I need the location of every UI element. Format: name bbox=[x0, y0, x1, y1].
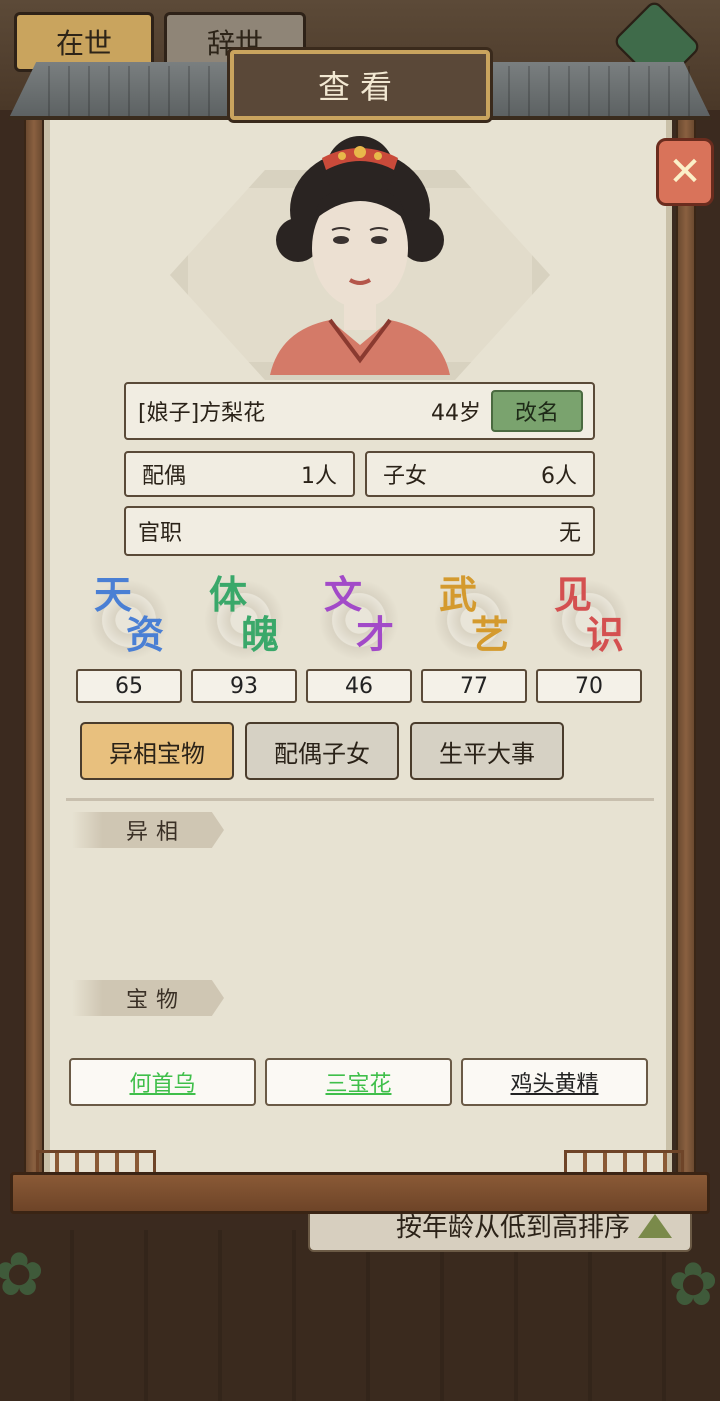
stat-literacy-value: 46 bbox=[306, 669, 412, 703]
treasure-item[interactable]: 何首乌 bbox=[69, 1058, 256, 1106]
dialog-title: 查看 bbox=[230, 50, 490, 120]
office-label: 官职 bbox=[138, 521, 183, 546]
stat-literacy-label: 文才 bbox=[324, 572, 394, 657]
rename-button[interactable]: 改名 bbox=[491, 390, 583, 432]
stat-literacy: 文才 bbox=[306, 572, 412, 665]
stat-talent-label: 天资 bbox=[94, 572, 164, 657]
right-pillar bbox=[676, 112, 696, 1192]
stat-physique: 体魄 bbox=[191, 572, 297, 665]
spouse-value: 1人 bbox=[301, 464, 337, 489]
children-value: 6人 bbox=[541, 464, 577, 489]
children-row: 子女 6人 bbox=[365, 451, 595, 497]
dialog-base-beam bbox=[10, 1172, 710, 1214]
background-floor bbox=[0, 1230, 720, 1401]
stat-insight-label: 见识 bbox=[554, 572, 624, 657]
sort-triangle-icon bbox=[638, 1214, 672, 1238]
tab-traits-treasures[interactable]: 异相宝物 bbox=[80, 722, 234, 780]
stat-physique-value: 93 bbox=[191, 669, 297, 703]
tab-life-events[interactable]: 生平大事 bbox=[410, 722, 564, 780]
office-row: 官职 无 bbox=[124, 506, 595, 556]
stat-physique-label: 体魄 bbox=[209, 572, 279, 657]
stat-insight-value: 70 bbox=[536, 669, 642, 703]
character-name: [娘子]方梨花 bbox=[138, 401, 266, 426]
left-pillar bbox=[24, 112, 44, 1192]
tab-alive-label: 在世 bbox=[55, 27, 112, 60]
spouse-row: 配偶 1人 bbox=[124, 451, 355, 497]
character-portrait bbox=[270, 136, 450, 375]
treasures-section-label: 宝物 bbox=[72, 980, 224, 1016]
office-value: 无 bbox=[558, 521, 581, 546]
stat-talent-value: 65 bbox=[76, 669, 182, 703]
name-row: [娘子]方梨花 44岁 改名 bbox=[124, 382, 595, 440]
stat-insight: 见识 bbox=[536, 572, 642, 665]
stat-martial-label: 武艺 bbox=[439, 572, 509, 657]
character-age: 44岁 bbox=[431, 401, 481, 426]
treasure-item[interactable]: 三宝花 bbox=[265, 1058, 452, 1106]
flower-decoration-icon: ✿ bbox=[0, 1240, 45, 1310]
flower-decoration-icon: ✿ bbox=[668, 1250, 719, 1320]
children-label: 子女 bbox=[383, 464, 428, 489]
section-divider bbox=[66, 798, 654, 801]
close-x-icon[interactable]: ✕ bbox=[656, 138, 714, 206]
stat-martial: 武艺 bbox=[421, 572, 527, 665]
tab-spouse-children[interactable]: 配偶子女 bbox=[245, 722, 399, 780]
treasure-item[interactable]: 鸡头黄精 bbox=[461, 1058, 648, 1106]
traits-section-label: 异相 bbox=[72, 812, 224, 848]
stat-martial-value: 77 bbox=[421, 669, 527, 703]
spouse-label: 配偶 bbox=[142, 464, 187, 489]
stat-talent: 天资 bbox=[76, 572, 182, 665]
